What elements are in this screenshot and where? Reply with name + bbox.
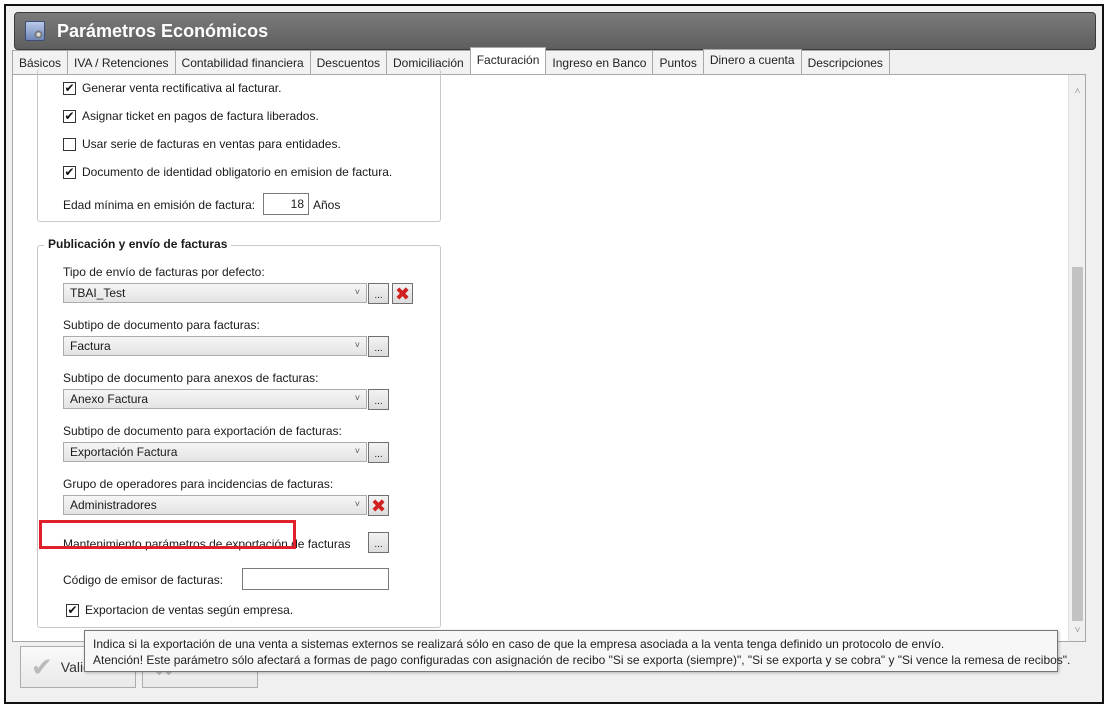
chevron-down-icon: ˅ bbox=[354, 446, 360, 456]
chevron-down-icon: ˅ bbox=[354, 499, 360, 509]
maintenance-browse-button[interactable]: ... bbox=[368, 532, 389, 553]
field-label: Tipo de envío de facturas por defecto: bbox=[63, 265, 265, 279]
option-label: Documento de identidad obligatorio en em… bbox=[82, 165, 393, 179]
tooltip-line-2: Atención! Este parámetro sólo afectará a… bbox=[93, 653, 1071, 667]
envio-tipo-select[interactable]: TBAI_Test ˅ bbox=[63, 283, 367, 303]
chevron-down-icon: ˅ bbox=[354, 340, 360, 350]
tab-descripciones[interactable]: Descripciones bbox=[800, 50, 890, 74]
subtipo-exportacion-browse-button[interactable]: ... bbox=[368, 442, 389, 463]
min-age-label: Edad mínima en emisión de factura: bbox=[63, 198, 256, 212]
envio-tipo-delete-icon[interactable]: ✖ bbox=[392, 283, 413, 304]
scroll-down-icon[interactable]: ˅ bbox=[1069, 622, 1086, 639]
option-documento-identidad[interactable]: ✔ Documento de identidad obligatorio en … bbox=[63, 165, 392, 179]
select-value: Factura bbox=[70, 339, 111, 353]
chevron-down-icon: ˅ bbox=[354, 393, 360, 403]
settings-app-icon bbox=[25, 21, 45, 41]
tab-puntos[interactable]: Puntos bbox=[652, 50, 704, 74]
issuer-code-label: Código de emisor de facturas: bbox=[63, 573, 224, 587]
checkbox-checked-icon[interactable]: ✔ bbox=[66, 603, 79, 617]
subtipo-exportacion-select[interactable]: Exportación Factura ˅ bbox=[63, 442, 367, 462]
check-icon: ✔ bbox=[31, 651, 53, 682]
select-value: Anexo Factura bbox=[70, 392, 149, 406]
option-label: Asignar ticket en pagos de factura liber… bbox=[82, 109, 319, 123]
issuer-code-input[interactable] bbox=[242, 568, 389, 590]
tooltip: Indica si la exportación de una venta a … bbox=[84, 630, 1071, 672]
option-label: Usar serie de facturas en ventas para en… bbox=[82, 137, 341, 151]
subtipo-anexos-browse-button[interactable]: ... bbox=[368, 389, 389, 410]
field-label: Subtipo de documento para anexos de fact… bbox=[63, 371, 319, 385]
grupo-operadores-delete-icon[interactable]: ✖ bbox=[368, 495, 389, 516]
tab-facturacion[interactable]: Facturación bbox=[469, 47, 547, 74]
tab-ingreso-en-banco[interactable]: Ingreso en Banco bbox=[545, 50, 654, 74]
subtipo-facturas-browse-button[interactable]: ... bbox=[368, 336, 389, 357]
window-title: Parámetros Económicos bbox=[57, 20, 269, 41]
field-label: Subtipo de documento para facturas: bbox=[63, 318, 260, 332]
min-age-input[interactable]: 18 bbox=[263, 193, 309, 215]
facturacion-panel: ✔ Generar venta rectificativa al factura… bbox=[12, 69, 1086, 642]
checkbox-checked-icon[interactable]: ✔ bbox=[63, 109, 76, 123]
subtipo-facturas-select[interactable]: Factura ˅ bbox=[63, 336, 367, 356]
select-value: Administradores bbox=[70, 498, 157, 512]
grupo-operadores-select[interactable]: Administradores ˅ bbox=[63, 495, 367, 515]
option-asignar-ticket[interactable]: ✔ Asignar ticket en pagos de factura lib… bbox=[63, 109, 319, 123]
option-label: Generar venta rectificativa al facturar. bbox=[82, 81, 282, 95]
field-label: Grupo de operadores para incidencias de … bbox=[63, 477, 334, 491]
checkbox-checked-icon[interactable]: ✔ bbox=[63, 165, 76, 179]
option-usar-serie-facturas[interactable]: Usar serie de facturas en ventas para en… bbox=[63, 137, 341, 151]
envio-tipo-browse-button[interactable]: ... bbox=[368, 283, 389, 304]
select-value: TBAI_Test bbox=[70, 286, 126, 300]
select-value: Exportación Factura bbox=[70, 445, 178, 459]
scroll-thumb[interactable] bbox=[1072, 267, 1083, 621]
checkbox-checked-icon[interactable]: ✔ bbox=[63, 81, 76, 95]
tooltip-line-1: Indica si la exportación de una venta a … bbox=[93, 637, 945, 651]
min-age-unit: Años bbox=[313, 198, 341, 212]
option-label: Exportacion de ventas según empresa. bbox=[85, 603, 294, 617]
vertical-scrollbar[interactable]: ˄ ˅ bbox=[1068, 75, 1085, 641]
checkbox-unchecked-icon[interactable] bbox=[63, 137, 76, 151]
option-generar-venta-rectificativa[interactable]: ✔ Generar venta rectificativa al factura… bbox=[63, 81, 281, 95]
subtipo-anexos-select[interactable]: Anexo Factura ˅ bbox=[63, 389, 367, 409]
title-bar: Parámetros Económicos bbox=[14, 12, 1096, 50]
scroll-up-icon[interactable]: ˄ bbox=[1069, 83, 1086, 100]
publication-group-title: Publicación y envío de facturas bbox=[44, 237, 232, 251]
field-label: Subtipo de documento para exportación de… bbox=[63, 424, 342, 438]
chevron-down-icon: ˅ bbox=[354, 287, 360, 297]
highlight-box bbox=[39, 520, 296, 549]
option-exportacion-ventas-empresa[interactable]: ✔ Exportacion de ventas según empresa. bbox=[66, 603, 293, 617]
tab-dinero-a-cuenta[interactable]: Dinero a cuenta bbox=[702, 49, 802, 74]
